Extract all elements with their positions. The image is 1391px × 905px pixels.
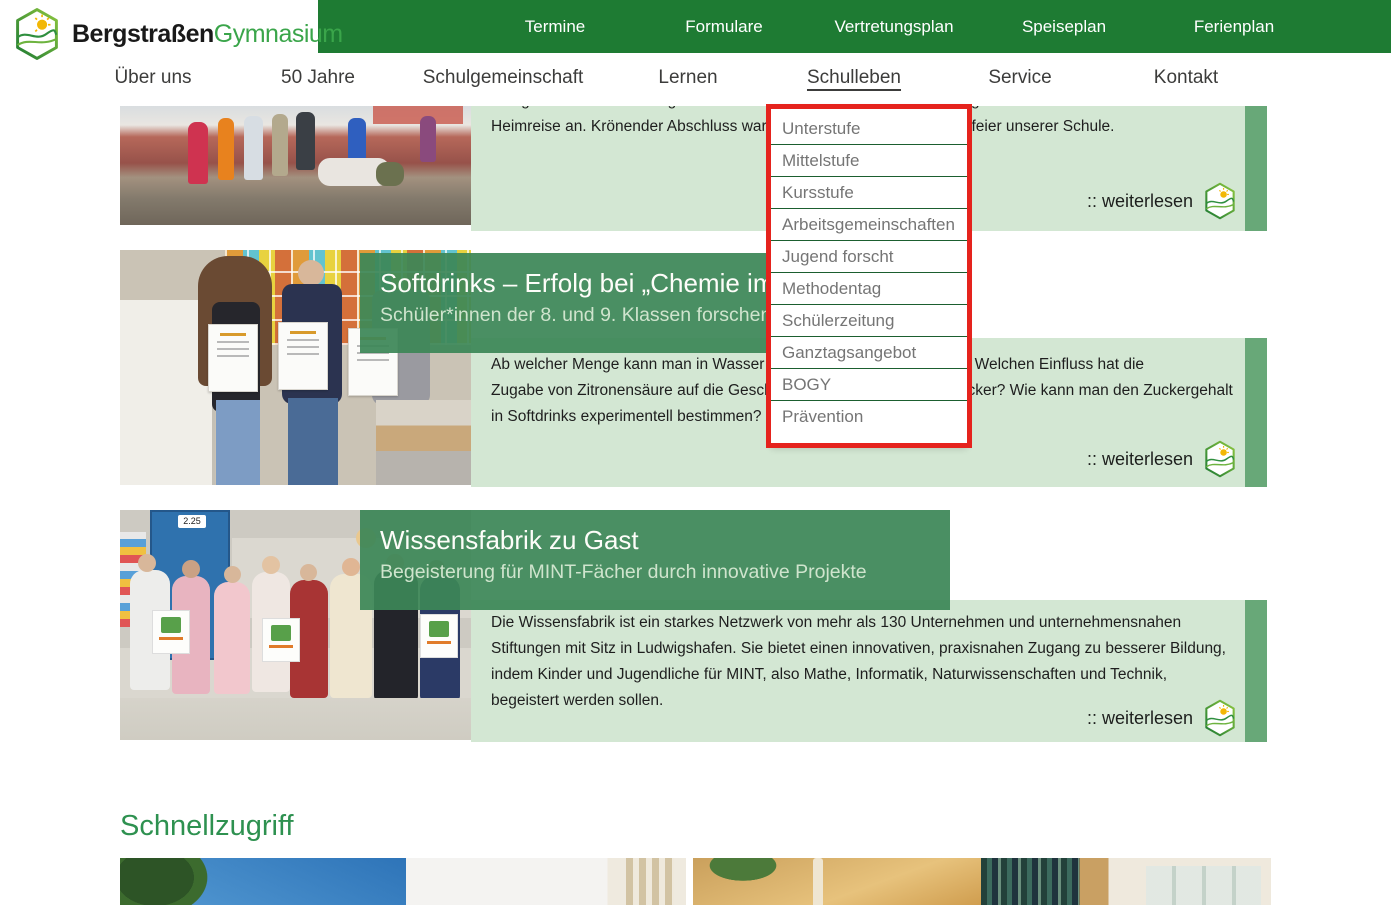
topbar-link-formulare[interactable]: Formulare	[685, 0, 762, 53]
photo-shape	[272, 114, 288, 176]
photo-shape	[218, 118, 234, 180]
dropdown-item-bogy[interactable]: BOGY	[771, 369, 967, 401]
article-1-photo	[120, 106, 471, 225]
photo-shape	[182, 560, 200, 578]
photo-shape	[813, 858, 823, 905]
quick-tile-wood[interactable]	[693, 858, 981, 905]
photo-shape	[216, 400, 260, 485]
dropdown-item-jugend-forscht[interactable]: Jugend forscht	[771, 241, 967, 273]
dropdown-item-schuelerzeitung[interactable]: Schülerzeitung	[771, 305, 967, 337]
readmore-label: :: weiterlesen	[1087, 449, 1193, 470]
nav-item-service[interactable]: Service	[988, 53, 1051, 106]
quick-access-strip	[0, 858, 1391, 905]
quick-tile-campus[interactable]	[120, 858, 406, 905]
article-1-accent-stripe	[1245, 106, 1267, 231]
article-2-accent-stripe	[1245, 338, 1267, 487]
photo-shape	[300, 564, 317, 581]
topbar-link-speiseplan[interactable]: Speiseplan	[1022, 0, 1106, 53]
photo-shape	[693, 858, 803, 893]
nav-item-schulgemeinschaft[interactable]: Schulgemeinschaft	[423, 53, 584, 106]
topbar-link-vertretungsplan[interactable]: Vertretungsplan	[834, 0, 953, 53]
photo-shape	[420, 116, 436, 162]
photo-shape	[262, 556, 280, 574]
nav-item-lernen[interactable]: Lernen	[658, 53, 717, 106]
readmore-label: :: weiterlesen	[1087, 191, 1193, 212]
photo-shape	[1146, 866, 1261, 905]
photo-shape	[224, 566, 241, 583]
article-3-title-block: Wissensfabrik zu Gast Begeisterung für M…	[360, 510, 950, 610]
quick-tile-building[interactable]	[406, 858, 686, 905]
photo-shape	[214, 582, 250, 694]
door-label: 2.25	[178, 515, 206, 528]
nav-item-schulleben[interactable]: Schulleben	[807, 53, 901, 106]
photo-shape	[373, 106, 463, 124]
logo-hexagon-icon	[10, 6, 64, 62]
article-2-readmore-link[interactable]: :: weiterlesen	[1087, 439, 1239, 479]
dropdown-item-ganztagsangebot[interactable]: Ganztagsangebot	[771, 337, 967, 369]
photo-shape	[120, 858, 220, 905]
photo-shape	[244, 116, 263, 180]
topbar: Termine Formulare Vertretungsplan Speise…	[318, 0, 1391, 53]
photo-shape	[376, 400, 471, 485]
certificate-shape	[278, 322, 328, 390]
photo-shape	[120, 698, 471, 740]
dropdown-item-mittelstufe[interactable]: Mittelstufe	[771, 145, 967, 177]
photo-shape	[342, 558, 360, 576]
dropdown-item-praevention[interactable]: Prävention	[771, 401, 967, 433]
readmore-hexagon-icon	[1201, 181, 1239, 221]
photo-shape	[298, 260, 324, 286]
page-content: und genossen die letzten gemeinsamen Stu…	[0, 0, 1391, 905]
dropdown-item-methodentag[interactable]: Methodentag	[771, 273, 967, 305]
topbar-link-ferienplan[interactable]: Ferienplan	[1194, 0, 1274, 53]
readmore-label: :: weiterlesen	[1087, 708, 1193, 729]
dropdown-item-arbeitsgemeinschaften[interactable]: Arbeitsgemeinschaften	[771, 209, 967, 241]
page-viewport: und genossen die letzten gemeinsamen Stu…	[0, 0, 1391, 905]
readmore-hexagon-icon	[1201, 439, 1239, 479]
dropdown-item-kursstufe[interactable]: Kursstufe	[771, 177, 967, 209]
nav-item-kontakt[interactable]: Kontakt	[1154, 53, 1218, 106]
article-3-accent-stripe	[1245, 600, 1267, 742]
poster-shape	[262, 618, 300, 662]
article-3-box: Die Wissensfabrik ist ein starkes Netzwe…	[471, 600, 1267, 742]
photo-shape	[626, 858, 674, 905]
article-3-readmore-link[interactable]: :: weiterlesen	[1087, 698, 1239, 738]
article-3-title: Wissensfabrik zu Gast	[380, 525, 930, 556]
article-1-readmore-link[interactable]: :: weiterlesen	[1087, 181, 1239, 221]
photo-shape	[296, 112, 315, 170]
readmore-hexagon-icon	[1201, 698, 1239, 738]
certificate-shape	[208, 324, 258, 392]
quick-tile-library[interactable]	[981, 858, 1271, 905]
schulleben-dropdown-menu: Unterstufe Mittelstufe Kursstufe Arbeits…	[771, 106, 967, 447]
poster-shape	[152, 610, 190, 654]
topbar-link-termine[interactable]: Termine	[525, 0, 585, 53]
poster-shape	[420, 614, 458, 658]
article-3-subtitle: Begeisterung für MINT-Fächer durch innov…	[380, 561, 930, 584]
brand-name: BergstraßenGymnasium	[72, 20, 343, 49]
photo-shape	[188, 122, 208, 184]
photo-shape	[376, 162, 404, 186]
photo-shape	[288, 398, 338, 485]
quick-access-heading: Schnellzugriff	[120, 810, 294, 843]
dropdown-item-unterstufe[interactable]: Unterstufe	[771, 113, 967, 145]
site-logo[interactable]: BergstraßenGymnasium	[10, 6, 343, 62]
photo-shape	[981, 858, 1079, 905]
photo-shape	[138, 554, 156, 572]
site-header: Termine Formulare Vertretungsplan Speise…	[0, 0, 1391, 106]
